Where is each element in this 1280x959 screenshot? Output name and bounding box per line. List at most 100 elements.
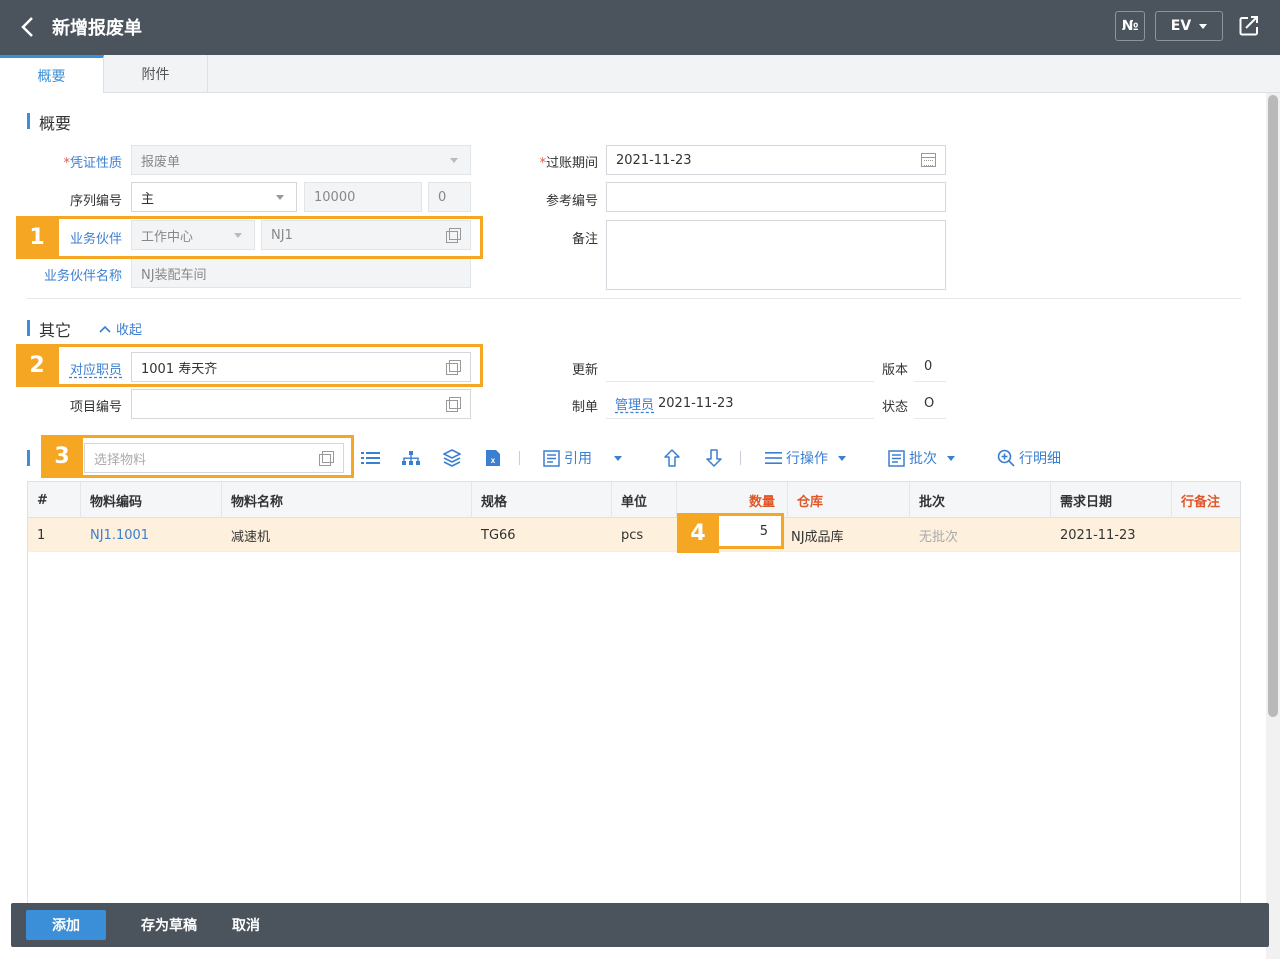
app-header: 新增报废单 № EV [0, 0, 1280, 55]
calendar-icon[interactable] [921, 153, 936, 167]
col-header-spec[interactable]: 规格 [472, 482, 612, 518]
step-badge-3: 3 [41, 435, 83, 478]
toolbar-accent [27, 450, 30, 466]
cell-name: 减速机 [231, 529, 271, 545]
layers-button[interactable] [443, 447, 461, 469]
cell-unit: pcs [621, 527, 644, 543]
cell-warehouse[interactable]: NJ成品库 [782, 518, 910, 552]
page-title: 新增报废单 [52, 18, 142, 39]
svg-text:x: x [491, 456, 496, 465]
material-table: # 物料编码 物料名称 规格 单位 数量 仓库 批次 需求日期 行备注 1 NJ… [27, 481, 1241, 911]
project-input[interactable] [131, 389, 471, 419]
move-down-button[interactable] [706, 447, 722, 469]
reference-input[interactable] [606, 182, 946, 212]
voucher-type-select[interactable]: 报废单 [131, 145, 471, 175]
caret-down-icon [947, 455, 955, 461]
status-label: 状态 [881, 400, 908, 415]
serial-number-field: 10000 [304, 182, 422, 212]
cell-spec: TG66 [481, 527, 516, 543]
add-button[interactable]: 添加 [26, 910, 106, 940]
list-icon [361, 452, 380, 464]
document-icon [888, 449, 905, 467]
separator [740, 451, 741, 465]
partner-name-label: 业务伙伴名称 [43, 269, 122, 284]
creator-date: 2021-11-23 [658, 396, 734, 411]
cell-no: 1 [37, 527, 46, 543]
document-icon [543, 449, 560, 467]
status-field: O [914, 389, 946, 419]
excel-button[interactable]: x [485, 447, 501, 469]
cell-date[interactable]: 2021-11-23 [1051, 518, 1172, 552]
posting-date-input[interactable]: 2021-11-23 [606, 145, 946, 175]
batch-button[interactable]: 批次 [888, 447, 955, 469]
footer-bar: 添加 存为草稿 取消 [11, 903, 1269, 947]
remark-textarea[interactable] [606, 220, 946, 290]
cancel-button[interactable]: 取消 [223, 910, 269, 940]
col-header-no: # [28, 482, 81, 518]
partner-name-field: NJ装配车间 [131, 258, 471, 288]
save-draft-button[interactable]: 存为草稿 [123, 910, 215, 940]
vertical-scrollbar[interactable] [1266, 93, 1280, 959]
step-badge-1: 1 [16, 216, 58, 259]
project-label: 项目编号 [69, 400, 122, 415]
list-button[interactable] [361, 447, 381, 469]
move-up-button[interactable] [664, 447, 680, 469]
row-detail-button[interactable]: 行明细 [997, 447, 1061, 469]
serial-suffix-field: 0 [428, 182, 471, 212]
version-field: 0 [914, 352, 946, 382]
caret-down-icon [614, 455, 622, 461]
update-label: 更新 [571, 363, 598, 378]
cell-code-link[interactable]: NJ1.1001 [81, 518, 222, 552]
col-header-date[interactable]: 需求日期 [1051, 482, 1172, 518]
zoom-in-icon [997, 449, 1015, 467]
chevron-up-icon [99, 325, 111, 333]
tab-summary[interactable]: 概要 [0, 55, 104, 93]
reference-dropdown[interactable] [614, 447, 622, 469]
hierarchy-button[interactable] [402, 447, 420, 469]
divider [27, 298, 1241, 299]
collapse-toggle[interactable]: 收起 [99, 319, 142, 338]
table-row[interactable]: 1 NJ1.1001 减速机 TG66 pcs NJ成品库 无批次 2021-1… [28, 518, 1240, 552]
arrow-down-icon [706, 449, 722, 467]
serial-select[interactable]: 主 [131, 182, 297, 212]
tab-attachments[interactable]: 附件 [104, 55, 208, 93]
col-header-code[interactable]: 物料编码 [81, 482, 222, 518]
col-header-warehouse[interactable]: 仓库 [788, 482, 910, 518]
voucher-type-label: *凭证性质 [63, 156, 122, 171]
col-header-batch[interactable]: 批次 [910, 482, 1051, 518]
creator-field: 管理员 2021-11-23 [606, 389, 874, 419]
posting-date-label: *过账期间 [539, 156, 598, 171]
chevron-down-icon [450, 157, 458, 163]
version-label: 版本 [881, 363, 908, 378]
chevron-down-icon [276, 194, 284, 200]
arrow-up-icon [664, 449, 680, 467]
caret-down-icon [838, 455, 846, 461]
back-button[interactable] [14, 12, 42, 42]
cell-note[interactable] [1172, 518, 1240, 552]
copy-icon[interactable] [446, 397, 461, 412]
highlight-box-partner [56, 216, 483, 259]
scrollbar-thumb[interactable] [1268, 95, 1278, 717]
cell-batch[interactable]: 无批次 [910, 518, 1051, 552]
col-header-unit[interactable]: 单位 [612, 482, 677, 518]
col-header-note[interactable]: 行备注 [1172, 482, 1240, 518]
col-header-name[interactable]: 物料名称 [222, 482, 472, 518]
creator-name-link[interactable]: 管理员 [615, 394, 654, 413]
row-ops-button[interactable]: 行操作 [765, 447, 846, 469]
reference-button[interactable]: 引用 [543, 447, 592, 469]
chevron-left-icon [21, 17, 33, 37]
highlight-box-employee [56, 344, 483, 387]
export-icon[interactable] [1236, 13, 1262, 39]
hierarchy-icon [402, 451, 420, 465]
highlight-box-material [80, 435, 354, 478]
step-badge-4: 4 [677, 513, 719, 553]
tab-bar: 概要 附件 [0, 55, 1280, 93]
remark-label: 备注 [571, 232, 598, 247]
step-badge-2: 2 [16, 344, 58, 387]
ev-dropdown-button[interactable]: EV [1155, 11, 1223, 41]
layers-icon [443, 449, 461, 467]
separator [519, 451, 520, 465]
update-field [606, 352, 874, 382]
reference-label: 参考编号 [545, 194, 598, 209]
numbering-button[interactable]: № [1115, 11, 1145, 41]
